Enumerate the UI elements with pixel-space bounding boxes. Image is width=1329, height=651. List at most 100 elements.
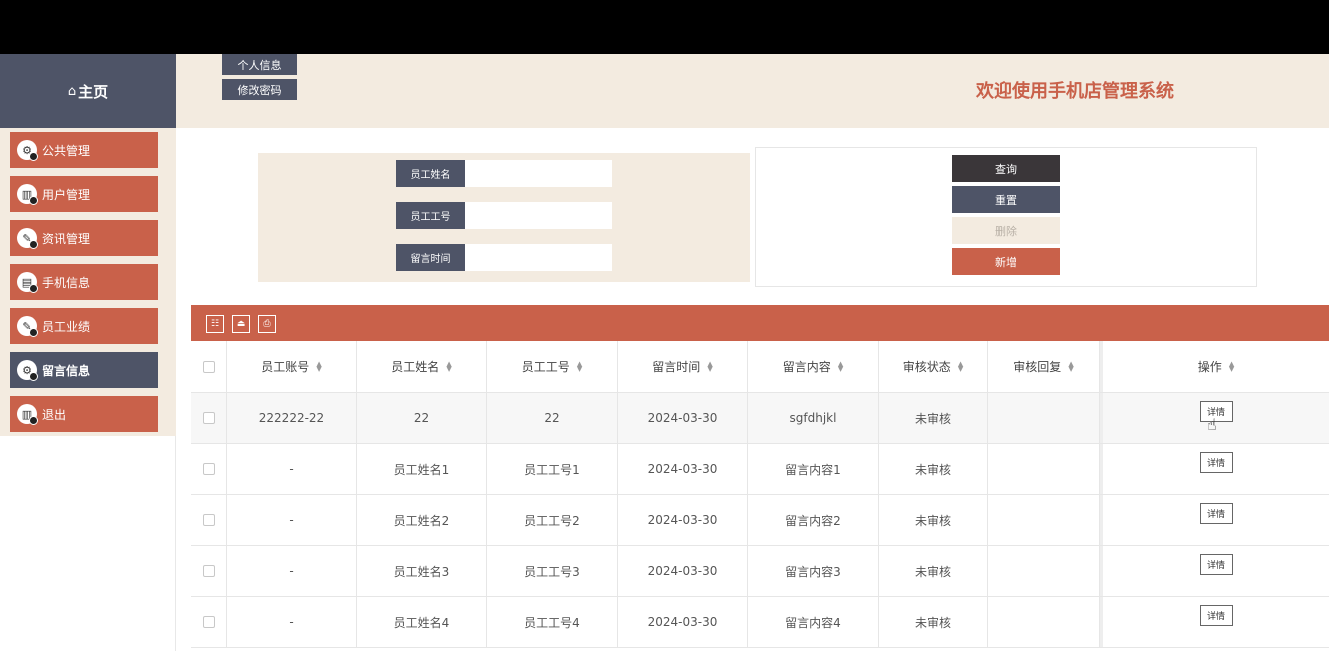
- column-header-label: 留言时间: [652, 360, 701, 374]
- table-cell: 详情: [1100, 444, 1329, 494]
- table-row[interactable]: - 员工姓名2 员工工号2 2024-03-30 留言内容2 未审核 详情: [191, 495, 1329, 546]
- table-row[interactable]: - 员工姓名4 员工工号4 2024-03-30 留言内容4 未审核 详情: [191, 597, 1329, 648]
- table-cell: 员工姓名2: [357, 495, 487, 545]
- row-checkbox[interactable]: [202, 514, 215, 526]
- row-checkbox[interactable]: [202, 616, 215, 628]
- table-cell: -: [227, 495, 357, 545]
- sidebar-item-messages[interactable]: ⚙ 留言信息: [10, 352, 158, 388]
- table-toolbar: ☷ ⏏ ⎙: [191, 305, 1329, 341]
- export-icon[interactable]: ⏏: [232, 315, 250, 333]
- top-black-bar: [0, 0, 1329, 54]
- row-checkbox[interactable]: [202, 412, 215, 424]
- home-label: 主页: [78, 82, 109, 101]
- table-cell: 留言内容3: [748, 546, 879, 596]
- table-cell: [988, 546, 1100, 596]
- query-button[interactable]: 查询: [952, 155, 1060, 182]
- sort-icon: ▲ ▼: [1228, 359, 1235, 373]
- column-header[interactable]: 员工姓名 ▲ ▼: [357, 341, 487, 392]
- column-header-label: 员工账号: [261, 360, 310, 374]
- sidebar-item-phone-info[interactable]: ▤ 手机信息: [10, 264, 158, 300]
- table-cell: 未审核: [879, 495, 988, 545]
- sidebar-item-user-management[interactable]: ▥ 用户管理: [10, 176, 158, 212]
- employee-name-label: 员工姓名: [396, 160, 465, 187]
- table-cell: 22: [487, 393, 618, 443]
- hand-cursor-icon: ☝: [1207, 415, 1217, 434]
- sidebar-item-label: 留言信息: [42, 363, 91, 378]
- sidebar-item-public-management[interactable]: ⚙ 公共管理: [10, 132, 158, 168]
- row-select-cell: [191, 444, 227, 494]
- table-cell: 留言内容1: [748, 444, 879, 494]
- sort-icon: ▲ ▼: [837, 359, 844, 373]
- column-header[interactable]: 留言内容 ▲ ▼: [748, 341, 879, 392]
- table-cell: -: [227, 546, 357, 596]
- table-cell: 222222-22: [227, 393, 357, 443]
- sidebar-item-label: 公共管理: [42, 143, 91, 158]
- change-password-button[interactable]: 修改密码: [222, 79, 297, 100]
- table-cell: 留言内容2: [748, 495, 879, 545]
- add-button[interactable]: 新增: [952, 248, 1060, 275]
- sort-icon: ▲ ▼: [1068, 359, 1074, 373]
- sidebar-item-news-management[interactable]: ✎ 资讯管理: [10, 220, 158, 256]
- table-cell: 员工姓名3: [357, 546, 487, 596]
- table-row[interactable]: - 员工姓名3 员工工号3 2024-03-30 留言内容3 未审核 详情: [191, 546, 1329, 597]
- table-cell: [988, 495, 1100, 545]
- table-cell: [988, 393, 1100, 443]
- employee-id-input[interactable]: [465, 202, 612, 229]
- column-header-label: 员工工号: [521, 360, 570, 374]
- employee-id-label: 员工工号: [396, 202, 465, 229]
- select-all-checkbox[interactable]: [202, 360, 215, 373]
- table-cell: 员工工号3: [487, 546, 618, 596]
- table-cell: 22: [357, 393, 487, 443]
- table-row[interactable]: 222222-22 22 22 2024-03-30 sgfdhjkl 未审核 …: [191, 393, 1329, 444]
- table-cell: 未审核: [879, 546, 988, 596]
- column-header[interactable]: 留言时间 ▲ ▼: [618, 341, 748, 392]
- row-checkbox[interactable]: [202, 565, 215, 577]
- personal-info-button[interactable]: 个人信息: [222, 54, 297, 75]
- home-link[interactable]: ⌂ 主页: [0, 54, 176, 128]
- table-row[interactable]: - 员工姓名1 员工工号1 2024-03-30 留言内容1 未审核 详情: [191, 444, 1329, 495]
- sort-icon: ▲ ▼: [316, 359, 322, 373]
- sidebar-item-logout[interactable]: ▥ 退出: [10, 396, 158, 432]
- detail-button[interactable]: 详情: [1199, 554, 1233, 575]
- column-header[interactable]: 员工账号 ▲ ▼: [227, 341, 357, 392]
- sidebar-item-label: 退出: [42, 407, 67, 422]
- sidebar-item-employee-performance[interactable]: ✎ 员工业绩: [10, 308, 158, 344]
- row-select-cell: [191, 393, 227, 443]
- sort-icon: ▲ ▼: [446, 359, 452, 373]
- table-cell: 未审核: [879, 393, 988, 443]
- table-cell: 2024-03-30: [618, 495, 748, 545]
- sort-icon: ▲ ▼: [576, 359, 583, 373]
- print-icon[interactable]: ⎙: [258, 315, 276, 333]
- table-cell: 员工姓名1: [357, 444, 487, 494]
- table-cell: 员工工号4: [487, 597, 618, 647]
- table-cell: 员工工号2: [487, 495, 618, 545]
- row-checkbox[interactable]: [202, 463, 215, 475]
- table-cell: [988, 444, 1100, 494]
- action-panel: 查询 重置 删除 新增: [755, 147, 1257, 287]
- sidebar-item-label: 用户管理: [42, 187, 91, 202]
- table-cell: 留言内容4: [748, 597, 879, 647]
- column-header[interactable]: 员工工号 ▲ ▼: [487, 341, 618, 392]
- filter-icon[interactable]: ☷: [206, 315, 224, 333]
- detail-button[interactable]: 详情: [1199, 452, 1233, 473]
- home-icon: ⌂: [67, 83, 77, 99]
- table-header-row: 员工账号 ▲ ▼ 员工姓名 ▲ ▼ 员工工号 ▲ ▼ 留言时间 ▲ ▼ 留言内容 ▲ ▼ 审核状态 ▲…: [191, 341, 1329, 393]
- message-time-label: 留言时间: [396, 244, 465, 271]
- chart-icon: ▥: [17, 184, 38, 205]
- column-header[interactable]: 审核状态 ▲ ▼: [879, 341, 988, 392]
- sort-icon: ▲ ▼: [707, 359, 713, 373]
- column-header[interactable]: 操作 ▲ ▼: [1100, 341, 1329, 392]
- table-cell: 2024-03-30: [618, 546, 748, 596]
- column-header-label: 审核状态: [902, 360, 951, 374]
- column-header-label: 留言内容: [782, 360, 831, 374]
- message-time-input[interactable]: [465, 244, 612, 271]
- detail-button[interactable]: 详情: [1199, 605, 1233, 626]
- settings-icon: ⚙: [17, 360, 38, 381]
- page-title: 欢迎使用手机店管理系统: [976, 81, 1174, 102]
- delete-button[interactable]: 删除: [952, 217, 1060, 244]
- reset-button[interactable]: 重置: [952, 186, 1060, 213]
- detail-button[interactable]: 详情: [1199, 503, 1233, 524]
- employee-name-input[interactable]: [465, 160, 612, 187]
- column-header[interactable]: 审核回复 ▲ ▼: [988, 341, 1100, 392]
- edit-icon: ✎: [17, 228, 38, 249]
